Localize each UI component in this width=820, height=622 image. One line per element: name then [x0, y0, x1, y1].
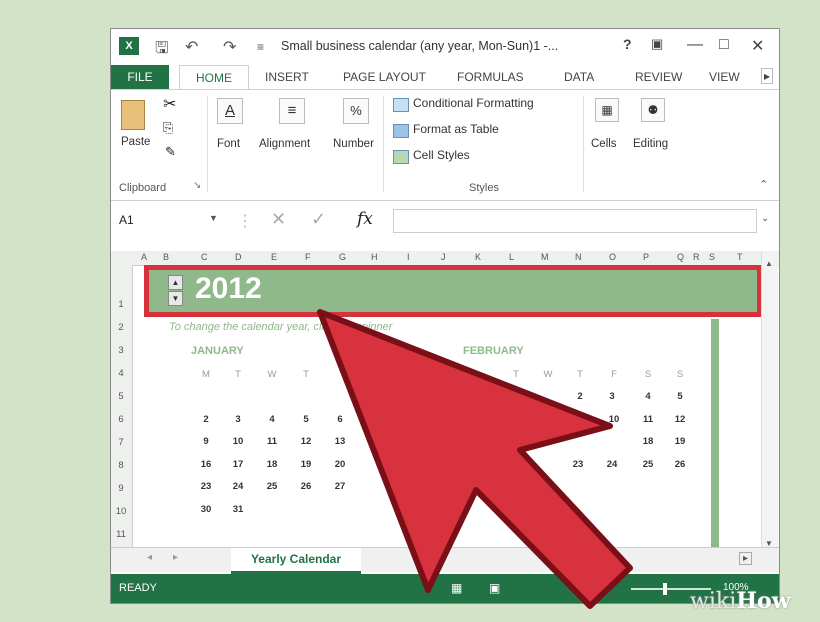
watermark-wiki: wiki [690, 589, 737, 614]
red-arrow-overlay [317, 309, 633, 609]
watermark-how: How [736, 588, 791, 614]
red-arrow-icon [317, 309, 633, 609]
wikihow-watermark: wikiHow [690, 588, 791, 614]
